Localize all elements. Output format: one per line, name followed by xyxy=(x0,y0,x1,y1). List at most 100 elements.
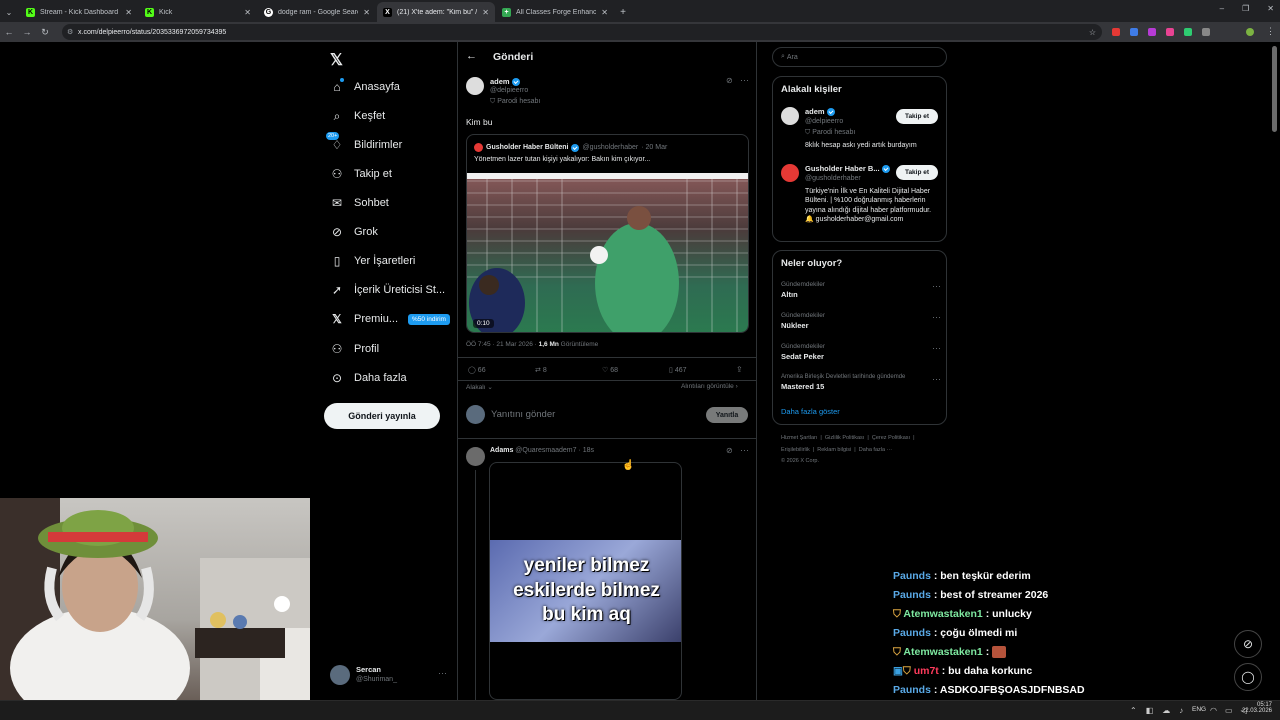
person-name[interactable]: adem xyxy=(805,107,835,117)
reply-author[interactable]: Adams xyxy=(490,447,513,454)
bookmark-action[interactable]: ▯ 467 xyxy=(669,366,687,374)
mic-icon[interactable]: ♪ xyxy=(1179,706,1183,715)
avatar[interactable] xyxy=(781,164,799,182)
sidebar-item-home[interactable]: ⌂ Anasayfa xyxy=(330,75,400,99)
menu-icon[interactable]: ⋮ xyxy=(1266,26,1275,37)
tweet-handle[interactable]: @delpieerro xyxy=(490,87,528,94)
quoted-tweet-card[interactable]: Gusholder Haber Bülteni @gusholderhaber … xyxy=(466,134,749,333)
more-icon[interactable]: ··· xyxy=(932,312,941,322)
footer-links[interactable]: Erişilebilirlik | Reklam bilgisi | Daha … xyxy=(781,447,892,453)
tab-kick-dashboard[interactable]: K Stream - Kick Dashboard ✕ xyxy=(20,2,138,22)
profile-avatar[interactable] xyxy=(1246,28,1254,36)
chat-message: Paunds : best of streamer 2026 xyxy=(893,589,1048,601)
search-input[interactable]: ⌕ Ara xyxy=(772,47,947,67)
close-icon[interactable]: ✕ xyxy=(482,8,489,17)
close-icon[interactable]: ✕ xyxy=(125,8,132,17)
share-icon[interactable]: ⇪ xyxy=(736,365,743,374)
more-icon[interactable]: ··· xyxy=(932,343,941,353)
avatar[interactable] xyxy=(466,447,485,466)
chat-text: : ASDKOJFBŞOASJDFNBSAD xyxy=(933,684,1085,696)
site-info-icon[interactable]: ⚙ xyxy=(67,28,73,36)
extension-icon[interactable] xyxy=(1112,28,1120,36)
more-icon[interactable]: ··· xyxy=(932,374,941,384)
close-window-icon[interactable]: ✕ xyxy=(1267,4,1274,13)
sidebar-item-follow[interactable]: ⚇ Takip et xyxy=(330,162,392,186)
more-icon[interactable]: ··· xyxy=(740,75,749,85)
person-name[interactable]: Gusholder Haber B... xyxy=(805,164,890,174)
post-button[interactable]: Gönderi yayınla xyxy=(324,403,440,429)
tab-forge-enhancement[interactable]: + All Classes Forge Enhancement ✕ xyxy=(496,2,614,22)
sidebar-item-grok[interactable]: ⊘ Grok xyxy=(330,220,378,244)
follow-button[interactable]: Takip et xyxy=(896,165,938,180)
follow-button[interactable]: Takip et xyxy=(896,109,938,124)
related-dropdown[interactable]: Alakalı ⌄ xyxy=(466,383,493,391)
clock[interactable]: 05:17 22.03.2026 xyxy=(1240,702,1272,714)
sidebar-item-creator-studio[interactable]: ➚ İçerik Üreticisi St... xyxy=(330,278,445,302)
sidebar-item-bookmarks[interactable]: ▯ Yer İşaretleri xyxy=(330,249,416,273)
messages-float-icon[interactable]: ◯ xyxy=(1234,663,1262,691)
cloud-icon[interactable]: ☁ xyxy=(1162,706,1170,715)
grok-icon[interactable]: ⊘ xyxy=(726,446,733,455)
bookmark-star-icon[interactable]: ☆ xyxy=(1089,28,1096,37)
sidebar-item-more[interactable]: ⊙ Daha fazla xyxy=(330,366,407,390)
sidebar-item-explore[interactable]: ⌕ Keşfet xyxy=(330,104,386,128)
reply-button[interactable]: Yanıtla xyxy=(706,407,748,423)
sidebar-item-notifications[interactable]: ♢ 20+ Bildirimler xyxy=(326,132,402,157)
close-icon[interactable]: ✕ xyxy=(601,8,608,17)
like-action[interactable]: ♡ 68 xyxy=(602,366,618,374)
extension-icon[interactable] xyxy=(1166,28,1174,36)
tab-google-search[interactable]: G dodge ram - Google Search ✕ xyxy=(258,2,376,22)
monitor-icon[interactable]: ▭ xyxy=(1225,706,1233,715)
trend-item[interactable]: Gündemdekiler Altın ··· xyxy=(781,281,941,299)
sidebar-item-profile[interactable]: ⚇ Profil xyxy=(330,337,379,361)
trend-item[interactable]: Gündemdekiler Sedat Peker ··· xyxy=(781,343,941,361)
video-player[interactable]: 0:10 xyxy=(467,173,748,332)
sidebar-item-premium[interactable]: 𝕏 Premiu... %50 indirim xyxy=(330,307,450,331)
mouse-cursor: ☝ xyxy=(622,460,635,471)
divider xyxy=(457,380,757,381)
avatar[interactable] xyxy=(781,107,799,125)
retweet-action[interactable]: ⇄ 8 xyxy=(535,366,547,374)
network-icon[interactable]: ◧ xyxy=(1146,706,1154,715)
avatar[interactable] xyxy=(466,77,484,95)
extension-icon[interactable] xyxy=(1148,28,1156,36)
back-icon[interactable]: ← xyxy=(0,27,18,37)
grok-float-icon[interactable]: ⊘ xyxy=(1234,630,1262,658)
footer-links[interactable]: Hizmet Şartları | Gizlilik Politikası | … xyxy=(781,435,915,441)
url-field[interactable]: ⚙ x.com/delpieerro/status/20353369720597… xyxy=(62,24,1102,40)
extension-icon[interactable] xyxy=(1130,28,1138,36)
account-switcher[interactable]: Sercan @Shuriman_ ··· xyxy=(330,663,450,687)
chevron-up-icon[interactable]: ⌃ xyxy=(1130,706,1137,715)
back-arrow-icon[interactable]: ← xyxy=(466,50,477,62)
reply-video[interactable]: yeniler bilmez eskilerde bilmez bu kim a… xyxy=(489,462,682,700)
wifi-icon[interactable]: ◠ xyxy=(1210,706,1217,715)
extensions-puzzle-icon[interactable] xyxy=(1202,28,1210,36)
grok-icon[interactable]: ⊘ xyxy=(726,76,733,85)
more-icon[interactable]: ··· xyxy=(740,445,749,455)
chat-message: Paunds : ASDKOJFBŞOASJDFNBSAD xyxy=(893,684,1085,696)
trend-item[interactable]: Amerika Birleşik Devletleri tarihinde gü… xyxy=(781,374,941,391)
reply-handle[interactable]: @Quaresmaadem7 · 18s xyxy=(515,447,594,454)
trend-item[interactable]: Gündemdekiler Nükleer ··· xyxy=(781,312,941,330)
extension-icon[interactable] xyxy=(1184,28,1192,36)
tab-kick[interactable]: K Kick ✕ xyxy=(139,2,257,22)
minimize-icon[interactable]: – xyxy=(1220,4,1224,13)
more-icon[interactable]: ··· xyxy=(932,281,941,291)
tab-x-post[interactable]: X (21) X'te adem: "Kim bu" / X ✕ xyxy=(377,2,495,22)
show-more-link[interactable]: Daha fazla göster xyxy=(781,407,840,416)
page-scrollbar[interactable] xyxy=(1272,46,1277,132)
x-logo-icon[interactable]: 𝕏 xyxy=(330,50,343,70)
tab-search-button[interactable]: ⌄ xyxy=(2,2,16,22)
view-quotes-link[interactable]: Alıntıları görüntüle › xyxy=(681,383,738,390)
language-indicator[interactable]: ENG xyxy=(1192,706,1206,713)
forward-icon[interactable]: → xyxy=(18,27,36,37)
restore-icon[interactable]: ❐ xyxy=(1242,4,1249,13)
tweet-author[interactable]: adem xyxy=(490,77,520,87)
close-icon[interactable]: ✕ xyxy=(363,8,370,17)
sidebar-item-chat[interactable]: ✉ Sohbet xyxy=(330,191,389,215)
new-tab-button[interactable]: + xyxy=(616,2,630,22)
reply-input[interactable]: Yanıtını gönder xyxy=(491,409,555,420)
reply-action[interactable]: ◯ 66 xyxy=(468,366,486,374)
close-icon[interactable]: ✕ xyxy=(244,8,251,17)
reload-icon[interactable]: ↻ xyxy=(36,27,54,38)
